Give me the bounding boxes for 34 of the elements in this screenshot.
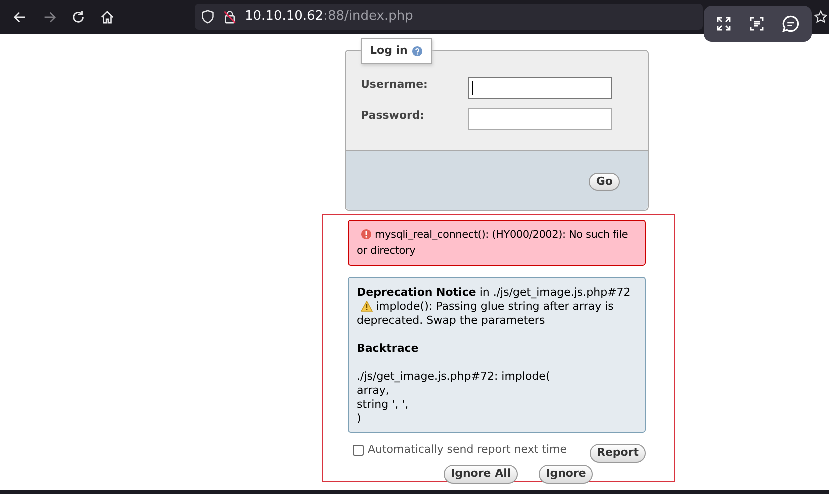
error-icon	[361, 229, 372, 240]
backtrace-line: )	[357, 412, 362, 426]
backtrace-line: array,	[357, 384, 390, 398]
padlock-icon	[223, 10, 237, 24]
backtrace-heading: Backtrace	[357, 342, 420, 356]
report-button[interactable]: Report	[590, 444, 646, 463]
go-button[interactable]: Go	[589, 172, 620, 190]
forward-icon[interactable]	[42, 10, 57, 24]
ignore-button[interactable]: Ignore	[539, 465, 594, 484]
backtrace-line: string ', ',	[357, 398, 410, 412]
field-label: Username:	[361, 77, 429, 93]
chat-icon[interactable]	[782, 15, 800, 33]
auto-report-checkbox[interactable]	[353, 444, 364, 456]
expand-icon[interactable]	[716, 16, 732, 32]
username-field[interactable]	[468, 77, 612, 99]
notice-heading: Deprecation Notice in ./js/get_image.js.php#72	[357, 286, 632, 300]
password-field[interactable]	[468, 108, 612, 130]
help-icon[interactable]	[412, 46, 423, 56]
shield-icon	[201, 10, 215, 24]
field-label: Password:	[361, 108, 426, 124]
legend-text: Log in	[370, 42, 408, 59]
backtrace-line: ./js/get_image.js.php#72: implode(	[357, 370, 552, 384]
ignore-button[interactable]: Ignore All	[444, 465, 518, 484]
warning-icon	[361, 301, 373, 312]
scan-text-icon[interactable]	[748, 16, 765, 32]
url-text: 10.10.10.62:88/index.php	[245, 8, 414, 26]
home-icon[interactable]	[100, 10, 115, 24]
error-text: mysqli_real_connect(): (HY000/2002): No such file or directory	[357, 228, 630, 259]
checkbox-label: Automatically send report next time	[368, 442, 568, 458]
notice-message: implode(): Passing glue string after array is deprecated. Swap the parameters	[357, 300, 615, 328]
address-bar[interactable]: 10.10.10.62:88/index.php	[195, 4, 703, 30]
star-icon[interactable]	[814, 10, 828, 24]
reload-icon[interactable]	[71, 10, 86, 24]
back-icon[interactable]	[13, 10, 28, 24]
